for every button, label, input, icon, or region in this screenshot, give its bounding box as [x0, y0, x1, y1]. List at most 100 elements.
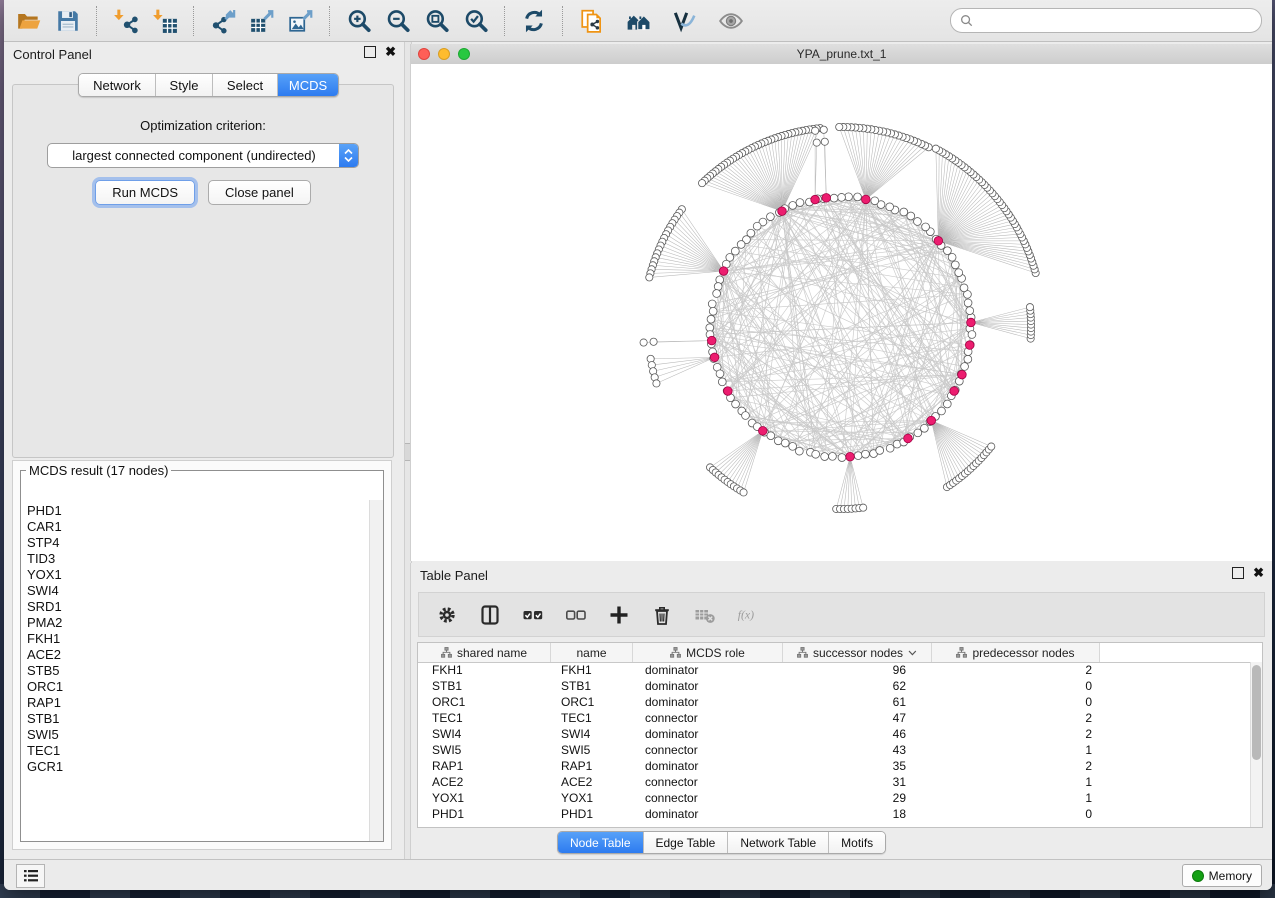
mcds-result-item[interactable]: GCR1 — [27, 759, 370, 775]
export-network-button[interactable] — [208, 6, 238, 36]
memory-status-dot — [1192, 870, 1204, 882]
close-panel-icon[interactable]: ✖ — [385, 47, 396, 57]
zoom-in-button[interactable] — [344, 6, 374, 36]
network-search-button[interactable] — [624, 6, 654, 36]
export-table-button[interactable] — [247, 6, 277, 36]
import-table-button[interactable] — [150, 6, 180, 36]
gear-icon — [436, 604, 458, 626]
tab-node-table[interactable]: Node Table — [558, 832, 644, 853]
fx-icon: f(x) — [737, 604, 759, 626]
table-cell: SWI4 — [551, 727, 633, 741]
task-history-button[interactable] — [16, 864, 45, 888]
mcds-result-item[interactable]: STP4 — [27, 535, 370, 551]
table-row[interactable]: SWI4SWI4dominator462 — [418, 726, 1251, 742]
zoom-out-button[interactable] — [383, 6, 413, 36]
save-session-button[interactable] — [53, 6, 83, 36]
global-search-field[interactable] — [950, 8, 1262, 33]
float-panel-icon[interactable] — [1232, 567, 1244, 579]
tab-select[interactable]: Select — [213, 74, 278, 96]
import-network-button[interactable] — [111, 6, 141, 36]
delete-table-button[interactable] — [693, 603, 717, 627]
mcds-result-item[interactable]: TEC1 — [27, 743, 370, 759]
table-row[interactable]: STB1STB1dominator620 — [418, 678, 1251, 694]
mcds-result-item[interactable]: TID3 — [27, 551, 370, 567]
tab-style[interactable]: Style — [156, 74, 213, 96]
tab-network-table[interactable]: Network Table — [728, 832, 829, 853]
function-builder-button[interactable]: f(x) — [736, 603, 760, 627]
show-graphics-details-button[interactable] — [716, 6, 746, 36]
table-body: FKH1FKH1dominator962STB1STB1dominator620… — [418, 662, 1251, 827]
mcds-result-list[interactable]: PHD1CAR1STP4TID3YOX1SWI4SRD1PMA2FKH1ACE2… — [21, 500, 370, 841]
mcds-result-item[interactable]: PMA2 — [27, 615, 370, 631]
mcds-result-item[interactable]: SWI5 — [27, 727, 370, 743]
zoom-selected-button[interactable] — [461, 6, 491, 36]
table-row[interactable]: ORC1ORC1dominator610 — [418, 694, 1251, 710]
table-scrollbar[interactable] — [1250, 662, 1262, 827]
mcds-result-item[interactable]: SWI4 — [27, 583, 370, 599]
mcds-result-item[interactable]: ORC1 — [27, 679, 370, 695]
tab-mcds[interactable]: MCDS — [278, 74, 338, 96]
share-document-button[interactable] — [577, 6, 607, 36]
column-header-successor-nodes[interactable]: successor nodes — [783, 643, 932, 662]
table-row[interactable]: SWI5SWI5connector431 — [418, 742, 1251, 758]
table-cell: YOX1 — [551, 791, 633, 805]
table-cell: 61 — [783, 695, 932, 709]
float-panel-icon[interactable] — [364, 46, 376, 58]
zoom-in-icon — [346, 8, 372, 34]
mcds-result-item[interactable]: FKH1 — [27, 631, 370, 647]
mcds-result-item[interactable]: ACE2 — [27, 647, 370, 663]
mcds-result-item[interactable]: STB5 — [27, 663, 370, 679]
search-input[interactable] — [979, 13, 1252, 29]
table-row[interactable]: FKH1FKH1dominator962 — [418, 662, 1251, 678]
mcds-result-item[interactable]: RAP1 — [27, 695, 370, 711]
mcds-result-item[interactable]: SRD1 — [27, 599, 370, 615]
table-row[interactable]: YOX1YOX1connector291 — [418, 790, 1251, 806]
column-header-mcds-role[interactable]: MCDS role — [633, 643, 783, 662]
table-cell: RAP1 — [418, 759, 551, 773]
refresh-button[interactable] — [519, 6, 549, 36]
toggle-columns-button[interactable] — [478, 603, 502, 627]
mcds-result-item[interactable]: YOX1 — [27, 567, 370, 583]
list-icon — [23, 869, 39, 883]
column-header-shared-name[interactable]: shared name — [418, 643, 551, 662]
close-panel-icon[interactable]: ✖ — [1253, 568, 1264, 578]
add-column-button[interactable] — [607, 603, 631, 627]
scrollbar-thumb[interactable] — [1252, 665, 1261, 760]
memory-button[interactable]: Memory — [1182, 864, 1262, 887]
open-session-button[interactable] — [14, 6, 44, 36]
table-row[interactable]: TEC1TEC1connector472 — [418, 710, 1251, 726]
table-row[interactable]: ACE2ACE2connector311 — [418, 774, 1251, 790]
table-cell: 2 — [932, 759, 1100, 773]
run-mcds-button[interactable]: Run MCDS — [95, 180, 195, 205]
delete-column-button[interactable] — [650, 603, 674, 627]
table-row[interactable]: PHD1PHD1dominator180 — [418, 806, 1251, 822]
vizmap-style-button[interactable] — [669, 6, 699, 36]
table-settings-button[interactable] — [435, 603, 459, 627]
result-scrollbar[interactable] — [369, 500, 383, 841]
column-header-name[interactable]: name — [551, 643, 633, 662]
mcds-result-item[interactable]: STB1 — [27, 711, 370, 727]
zoom-fit-button[interactable] — [422, 6, 452, 36]
network-graph[interactable] — [411, 64, 1273, 561]
tab-network[interactable]: Network — [79, 74, 156, 96]
column-header-predecessor-nodes[interactable]: predecessor nodes — [932, 643, 1100, 662]
select-all-button[interactable] — [521, 603, 545, 627]
mcds-result-item[interactable]: CAR1 — [27, 519, 370, 535]
open-folder-icon — [16, 8, 42, 34]
network-titlebar[interactable]: YPA_prune.txt_1 — [411, 44, 1272, 65]
table-cell: SWI5 — [418, 743, 551, 757]
deselect-all-button[interactable] — [564, 603, 588, 627]
tab-edge-table[interactable]: Edge Table — [644, 832, 729, 853]
close-panel-button[interactable]: Close panel — [208, 180, 311, 205]
table-cell: TEC1 — [418, 711, 551, 725]
status-bar: Memory — [4, 859, 1272, 890]
mcds-result-item[interactable]: PHD1 — [27, 503, 370, 519]
table-cell: dominator — [633, 727, 783, 741]
table-panel: Table Panel ✖ f(x) shared name name MCDS… — [410, 563, 1272, 860]
table-row[interactable]: RAP1RAP1dominator352 — [418, 758, 1251, 774]
export-image-button[interactable] — [286, 6, 316, 36]
network-canvas[interactable] — [411, 64, 1272, 561]
tab-motifs[interactable]: Motifs — [829, 832, 885, 853]
toolbar-separator — [329, 6, 331, 36]
criterion-select[interactable]: largest connected component (undirected) — [47, 143, 359, 168]
